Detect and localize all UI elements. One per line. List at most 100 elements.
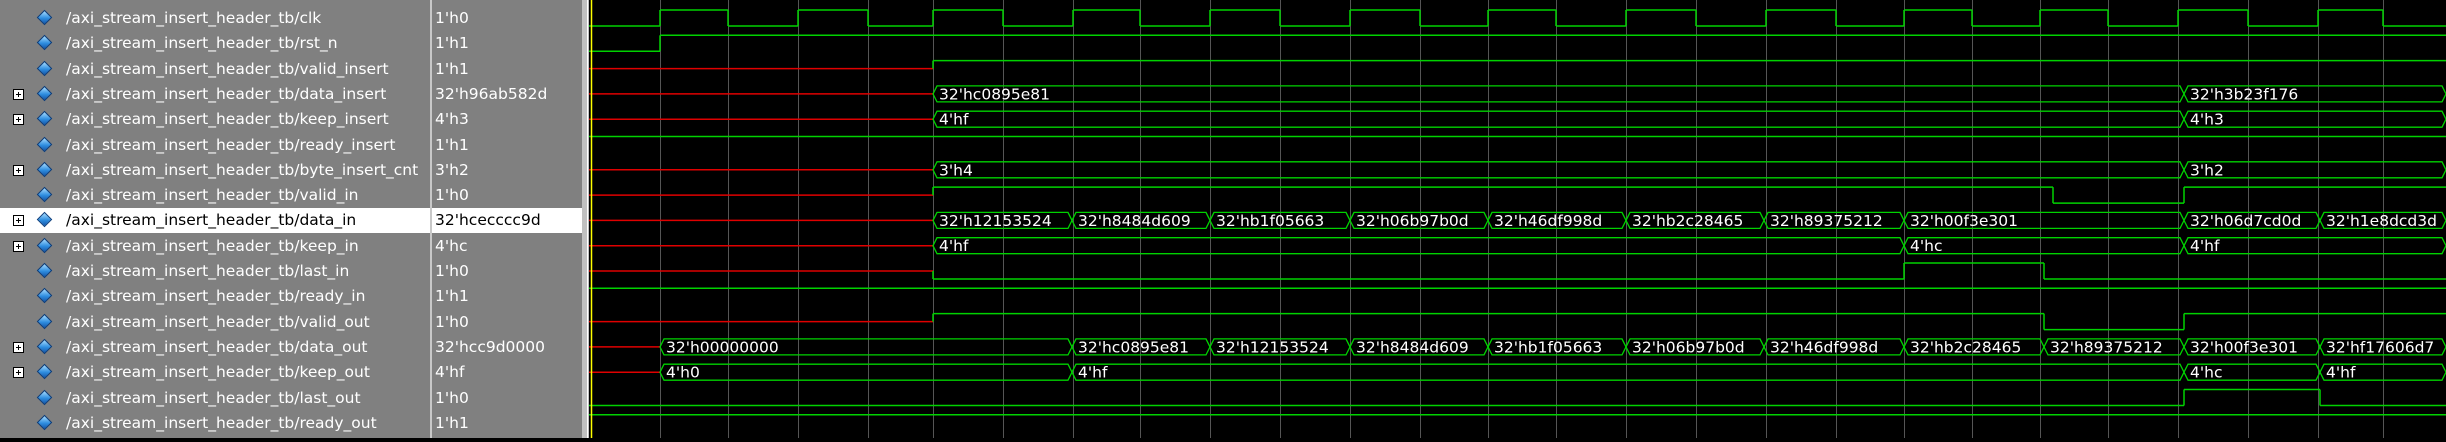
- signal-diamond-icon: [36, 338, 53, 355]
- signal-name: /axi_stream_insert_header_tb/data_in: [66, 211, 357, 230]
- bus-value-label: 32'hb1f05663: [1494, 338, 1602, 356]
- bus-value-label: 4'hc: [2190, 364, 2222, 382]
- signal-diamond-icon: [36, 136, 53, 152]
- expand-icon[interactable]: [13, 88, 24, 100]
- signal-name: /axi_stream_insert_header_tb/data_insert: [66, 84, 387, 103]
- signal-row-valid_in[interactable]: /axi_stream_insert_header_tb/valid_in: [0, 183, 430, 208]
- expand-icon[interactable]: [13, 114, 24, 126]
- signal-row-data_insert[interactable]: /axi_stream_insert_header_tb/data_insert: [0, 82, 430, 107]
- bus-value-label: 4'h0: [666, 364, 700, 382]
- bus-value-label: 4'hc: [1910, 237, 1942, 255]
- signal-name: /axi_stream_insert_header_tb/valid_out: [66, 312, 370, 331]
- signal-name: /axi_stream_insert_header_tb/last_out: [66, 388, 361, 407]
- expand-icon[interactable]: [13, 215, 24, 227]
- signal-diamond-icon: [36, 60, 53, 76]
- expand-icon[interactable]: [13, 367, 24, 379]
- bus-value-label: 32'hc0895e81: [1078, 338, 1189, 356]
- bus-value-label: 32'h00000000: [666, 338, 779, 356]
- signal-row-clk[interactable]: /axi_stream_insert_header_tb/clk: [0, 6, 430, 31]
- signal-value: 1'h1: [435, 413, 469, 432]
- bus-value-label: 32'h8484d609: [1078, 212, 1191, 230]
- signal-value: 1'h1: [435, 59, 469, 78]
- bus-value-label: 4'hf: [939, 111, 969, 129]
- bus-value-label: 4'hf: [939, 237, 969, 255]
- signal-row-valid_out[interactable]: /axi_stream_insert_header_tb/valid_out: [0, 310, 430, 335]
- bus-value-label: 32'h12153524: [1216, 338, 1329, 356]
- signal-name: /axi_stream_insert_header_tb/last_in: [66, 262, 350, 280]
- bus-value-label: 32'h06b97b0d: [1356, 212, 1469, 230]
- signal-value: 1'h1: [435, 287, 469, 306]
- waveform-canvas[interactable]: 32'hc0895e81 32'h3b23f176 4'hf 4'h3 3'h4 3'h2…: [588, 0, 2446, 438]
- signal-name: /axi_stream_insert_header_tb/keep_out: [66, 363, 370, 382]
- signal-diamond-icon: [36, 389, 53, 405]
- bus-value-label: 32'h89375212: [1770, 212, 1883, 230]
- signal-diamond-icon: [36, 237, 53, 253]
- signal-value: 1'h0: [435, 186, 469, 205]
- signal-diamond-icon: [36, 186, 53, 203]
- signal-diamond-icon: [36, 9, 53, 26]
- bus-value-label: 4'hf: [1078, 364, 1108, 382]
- signal-value: 1'h0: [435, 388, 469, 407]
- signal-value: 4'hc: [435, 236, 468, 255]
- bus-value-label: 32'hb2c28465: [1910, 338, 2021, 356]
- bus-value-label: 4'hf: [2326, 364, 2356, 382]
- signal-diamond-icon: [36, 35, 53, 51]
- signal-name: /axi_stream_insert_header_tb/ready_out: [66, 413, 377, 432]
- bus-value-label: 32'h00f3e301: [2190, 338, 2298, 356]
- signal-diamond-icon: [36, 85, 53, 102]
- signal-value: 32'hcc9d0000: [435, 337, 545, 356]
- signal-row-byte_insert_cnt[interactable]: /axi_stream_insert_header_tb/byte_insert…: [0, 158, 430, 183]
- signal-value: 1'h0: [435, 312, 469, 331]
- signal-value: 3'h2: [435, 160, 469, 179]
- bus-value-label: 32'h8484d609: [1356, 338, 1469, 356]
- signal-row-last_in[interactable]: /axi_stream_insert_header_tb/last_in: [0, 259, 430, 284]
- signal-diamond-icon: [36, 212, 53, 228]
- bus-value-label: 32'h46df998d: [1494, 212, 1602, 230]
- signal-value: 1'h0: [435, 9, 469, 27]
- signal-row-keep_out[interactable]: /axi_stream_insert_header_tb/keep_out: [0, 360, 430, 385]
- signal-name: /axi_stream_insert_header_tb/valid_in: [66, 186, 359, 205]
- bus-value-label: 32'h06d7cd0d: [2190, 212, 2301, 230]
- signal-value: 4'h3: [435, 110, 469, 129]
- signal-name: /axi_stream_insert_header_tb/ready_in: [66, 287, 366, 306]
- signal-row-ready_insert[interactable]: /axi_stream_insert_header_tb/ready_inser…: [0, 133, 430, 158]
- bus-segment: [2183, 237, 2446, 255]
- signal-value: 32'h96ab582d: [435, 84, 548, 103]
- signal-row-rst_n[interactable]: /axi_stream_insert_header_tb/rst_n: [0, 31, 430, 56]
- bus-value-label: 4'h3: [2190, 111, 2224, 129]
- signal-row-ready_in[interactable]: /axi_stream_insert_header_tb/ready_in: [0, 284, 430, 309]
- signal-name: /axi_stream_insert_header_tb/clk: [66, 9, 322, 27]
- signal-diamond-icon: [36, 110, 53, 127]
- expand-icon[interactable]: [13, 341, 24, 353]
- signal-name: /axi_stream_insert_header_tb/byte_insert…: [66, 160, 419, 179]
- bus-segment: [659, 363, 1073, 381]
- signal-value: 1'h1: [435, 135, 469, 154]
- signal-name: /axi_stream_insert_header_tb/data_out: [66, 337, 368, 356]
- signal-value: 1'h0: [435, 262, 469, 280]
- signal-value: 32'hcecccc9d: [432, 208, 582, 234]
- signal-value: 4'hf: [435, 363, 465, 382]
- expand-icon[interactable]: [13, 240, 24, 252]
- signal-row-ready_out[interactable]: /axi_stream_insert_header_tb/ready_out: [0, 411, 430, 436]
- bus-value-label: 32'hc0895e81: [939, 85, 1050, 103]
- signal-name: /axi_stream_insert_header_tb/valid_inser…: [66, 59, 389, 78]
- signal-value: 1'h1: [435, 34, 469, 53]
- waveform-pane[interactable]: 32'hc0895e81 32'h3b23f176 4'hf 4'h3 3'h4 3'h2…: [588, 0, 2446, 438]
- bus-value-label: 32'h1e8dcd3d: [2326, 212, 2437, 230]
- signal-row-data_in[interactable]: /axi_stream_insert_header_tb/data_in: [0, 208, 430, 234]
- bus-segment: [932, 161, 2185, 179]
- signal-row-valid_insert[interactable]: /axi_stream_insert_header_tb/valid_inser…: [0, 57, 430, 82]
- signal-row-last_out[interactable]: /axi_stream_insert_header_tb/last_out: [0, 386, 430, 411]
- bus-value-label: 3'h2: [2190, 161, 2224, 179]
- bus-value-label: 32'h89375212: [2050, 338, 2163, 356]
- expand-icon[interactable]: [13, 164, 24, 176]
- signal-diamond-icon: [36, 363, 53, 380]
- signal-diamond-icon: [36, 414, 53, 431]
- signal-row-keep_insert[interactable]: /axi_stream_insert_header_tb/keep_insert: [0, 107, 430, 132]
- bus-value-label: 4'hf: [2190, 237, 2220, 255]
- bus-segment: [1071, 363, 2185, 381]
- signal-row-keep_in[interactable]: /axi_stream_insert_header_tb/keep_in: [0, 234, 430, 259]
- signal-name: /axi_stream_insert_header_tb/ready_inser…: [66, 135, 396, 154]
- signal-diamond-icon: [36, 313, 53, 329]
- signal-row-data_out[interactable]: /axi_stream_insert_header_tb/data_out: [0, 335, 430, 360]
